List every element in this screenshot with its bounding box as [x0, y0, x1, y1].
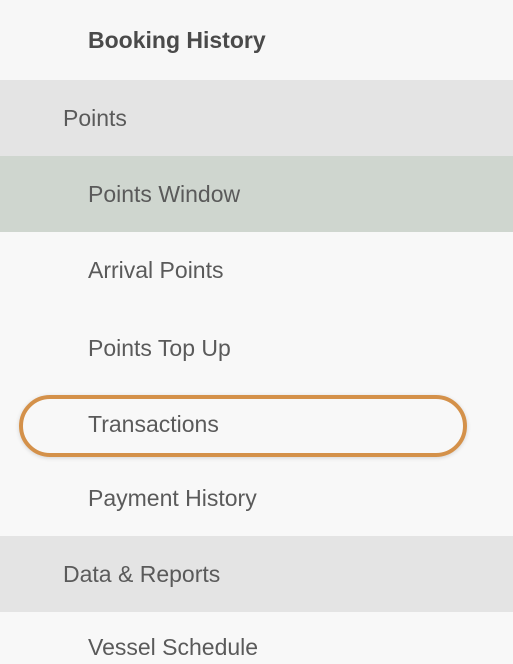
menu-item-payment-history[interactable]: Payment History: [0, 460, 513, 536]
menu-item-label: Payment History: [88, 484, 257, 511]
menu-item-points-top-up[interactable]: Points Top Up: [0, 308, 513, 388]
menu-section-points[interactable]: Points: [0, 80, 513, 156]
menu-section-data-reports[interactable]: Data & Reports: [0, 536, 513, 612]
menu-item-booking-history[interactable]: Booking History: [0, 0, 513, 80]
menu-section-label: Data & Reports: [63, 560, 221, 587]
menu-item-transactions[interactable]: Transactions: [0, 388, 513, 460]
menu-item-points-window[interactable]: Points Window: [0, 156, 513, 232]
sidebar-menu: Booking History Points Points Window Arr…: [0, 0, 513, 664]
menu-item-label: Vessel Schedule: [88, 634, 259, 660]
menu-item-arrival-points[interactable]: Arrival Points: [0, 232, 513, 308]
menu-item-label: Points Top Up: [88, 334, 231, 361]
menu-item-label: Booking History: [88, 26, 266, 53]
menu-item-label: Points Window: [88, 180, 241, 207]
menu-section-label: Points: [63, 104, 127, 131]
menu-item-label: Arrival Points: [88, 256, 224, 283]
menu-item-vessel-schedule[interactable]: Vessel Schedule: [0, 612, 513, 664]
menu-item-label: Transactions: [88, 410, 219, 437]
